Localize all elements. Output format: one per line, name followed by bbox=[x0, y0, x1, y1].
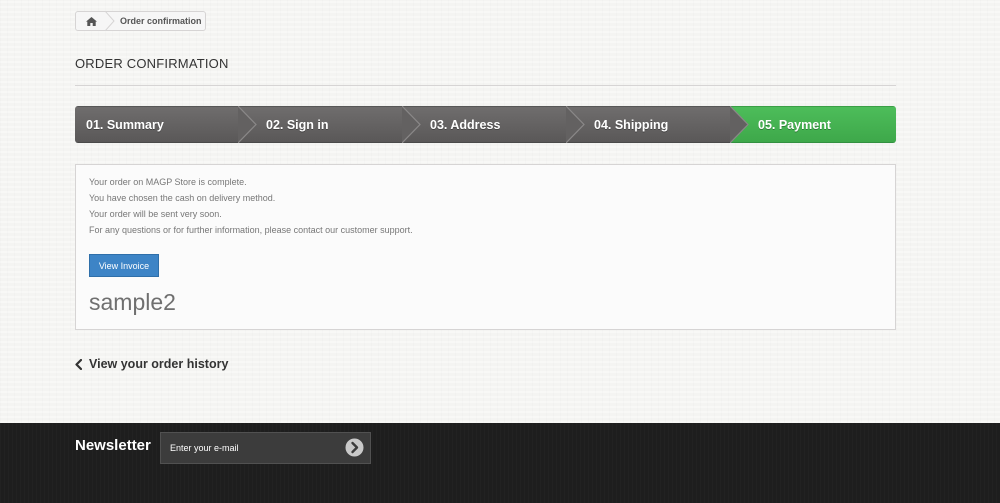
footer: Newsletter bbox=[0, 423, 1000, 503]
payment-method-message: You have chosen the cash on delivery met… bbox=[89, 193, 276, 203]
step-summary[interactable]: 01. Summary bbox=[75, 106, 257, 143]
arrow-right-circle-icon[interactable] bbox=[345, 438, 364, 457]
breadcrumb-home-link[interactable] bbox=[76, 12, 106, 30]
step-address[interactable]: 03. Address bbox=[403, 106, 585, 143]
step-arrow-icon bbox=[730, 106, 749, 143]
view-invoice-button[interactable]: View Invoice bbox=[89, 254, 159, 277]
checkout-steps: 01. Summary 02. Sign in 03. Address 04. … bbox=[75, 106, 896, 143]
step-label: 05. Payment bbox=[758, 117, 831, 132]
shipping-message: Your order will be sent very soon. bbox=[89, 209, 222, 219]
step-arrow-icon bbox=[402, 106, 421, 143]
step-sign-in[interactable]: 02. Sign in bbox=[239, 106, 421, 143]
step-label: 03. Address bbox=[430, 117, 501, 132]
order-confirmation-box: Your order on MAGP Store is complete. Yo… bbox=[75, 164, 896, 330]
step-shipping[interactable]: 04. Shipping bbox=[567, 106, 749, 143]
page-title: ORDER CONFIRMATION bbox=[75, 56, 896, 86]
step-payment: 05. Payment bbox=[731, 106, 896, 143]
confirmation-message: Your order on MAGP Store is complete. bbox=[89, 177, 247, 187]
chevron-left-icon bbox=[75, 358, 82, 370]
order-reference: sample2 bbox=[89, 289, 176, 315]
step-label: 01. Summary bbox=[86, 117, 164, 132]
step-arrow-icon bbox=[238, 106, 257, 143]
order-history-label: View your order history bbox=[89, 357, 229, 371]
newsletter-form bbox=[160, 432, 371, 464]
step-label: 04. Shipping bbox=[594, 117, 669, 132]
breadcrumb: Order confirmation bbox=[75, 11, 206, 31]
step-label: 02. Sign in bbox=[266, 117, 329, 132]
support-message: For any questions or for further informa… bbox=[89, 225, 413, 235]
order-history-link[interactable]: View your order history bbox=[75, 357, 228, 371]
breadcrumb-current: Order confirmation bbox=[120, 16, 202, 26]
step-arrow-icon bbox=[566, 106, 585, 143]
home-icon bbox=[85, 16, 97, 26]
newsletter-title: Newsletter bbox=[75, 437, 151, 454]
newsletter-email-input[interactable] bbox=[161, 433, 341, 463]
